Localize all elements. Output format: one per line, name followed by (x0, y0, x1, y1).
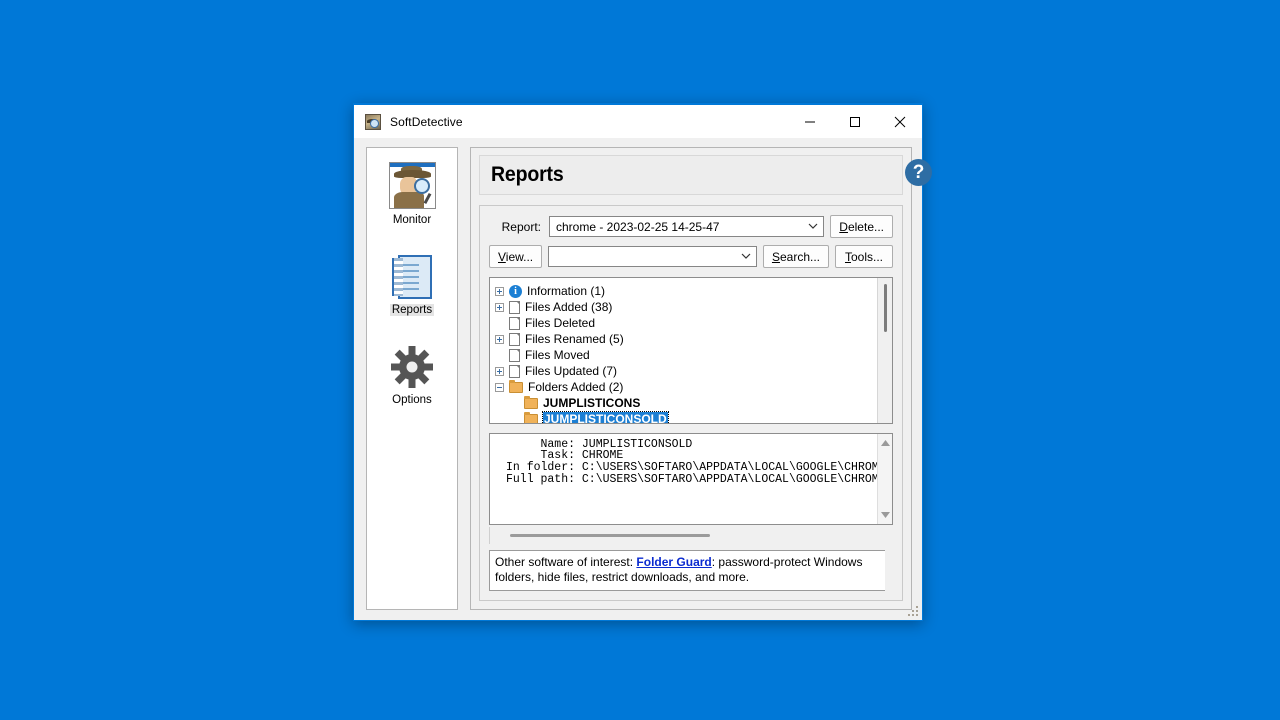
folder-icon (524, 411, 538, 423)
tree-item-label: Folders Added (2) (528, 380, 624, 394)
tree-item-label: Files Updated (7) (525, 364, 618, 378)
document-icon (509, 364, 520, 378)
tree-rows: i Information (1) Files Added (38) Files… (490, 278, 892, 423)
tree-vertical-scrollbar[interactable] (877, 278, 892, 423)
tree-item-files-deleted[interactable]: Files Deleted (495, 315, 892, 331)
detail-key: In folder: (505, 461, 575, 475)
details-horizontal-scrollbar[interactable] (489, 527, 893, 544)
window-title: SoftDetective (390, 114, 463, 129)
folder-guard-link[interactable]: Folder Guard (636, 555, 711, 569)
tree-item-information[interactable]: i Information (1) (495, 283, 892, 299)
scroll-up-icon[interactable] (878, 436, 892, 450)
delete-button[interactable]: Delete... (830, 215, 893, 238)
document-icon (509, 348, 520, 362)
tree-item-folders-added[interactable]: Folders Added (2) (495, 379, 892, 395)
chevron-down-icon (736, 247, 756, 266)
details-text: Name: JUMPLISTICONSOLD Task: CHROME In fol… (490, 434, 886, 485)
maximize-button[interactable] (832, 105, 877, 138)
notepad-icon (392, 255, 432, 299)
reports-panel: Report: chrome - 2023-02-25 14-25-47 Del… (479, 205, 903, 601)
sidebar-item-options[interactable]: Options (367, 345, 457, 406)
report-label: Report: (501, 219, 541, 234)
chevron-down-icon (803, 217, 823, 236)
filter-row: View... Search... Tools... (489, 245, 893, 268)
tree-item-jumplisticons[interactable]: JUMPLISTICONS (495, 395, 892, 411)
sidebar: Monitor Reports Options (366, 147, 458, 610)
document-icon (509, 300, 520, 314)
tree-item-label: Information (1) (527, 284, 606, 298)
close-button[interactable] (877, 105, 922, 138)
sidebar-item-label: Monitor (392, 214, 432, 226)
expander-none (495, 319, 504, 328)
tree-item-label: Files Renamed (5) (525, 332, 624, 346)
expander-plus-icon[interactable] (495, 366, 504, 376)
page-title: Reports (491, 163, 564, 186)
info-icon: i (509, 284, 522, 298)
detail-line: Full path: C:\USERS\SOFTARO\APPDATA\LOCA… (493, 472, 886, 486)
tree-item-label: Files Deleted (525, 316, 596, 330)
page-header: Reports ? (479, 155, 932, 195)
report-selector-row: Report: chrome - 2023-02-25 14-25-47 Del… (489, 215, 893, 238)
details-hscroll-thumb[interactable] (510, 534, 710, 538)
tree-item-label: Files Added (38) (525, 300, 613, 314)
detail-key: Full path: (505, 472, 575, 486)
expander-none (495, 351, 504, 360)
detail-value: C:\USERS\SOFTARO\APPDATA\LOCAL\GOOGLE\CH… (581, 472, 886, 486)
details-pane[interactable]: Name: JUMPLISTICONSOLD Task: CHROME In fol… (489, 432, 893, 526)
promo-prefix: Other software of interest: (495, 554, 637, 569)
app-window: SoftDetective Monitor Reports Options Re… (353, 103, 932, 621)
tools-button[interactable]: Tools... (835, 245, 893, 268)
details-vertical-scrollbar[interactable] (877, 433, 892, 525)
tree-item-files-moved[interactable]: Files Moved (495, 347, 892, 363)
tree-item-jumplisticonsold[interactable]: JUMPLISTICONSOLD (495, 411, 892, 423)
tree-item-files-renamed[interactable]: Files Renamed (5) (495, 331, 892, 347)
filter-combo[interactable] (548, 246, 757, 267)
report-combo[interactable]: chrome - 2023-02-25 14-25-47 (549, 216, 825, 237)
tree-item-files-updated[interactable]: Files Updated (7) (495, 363, 892, 379)
help-icon[interactable]: ? (905, 159, 932, 186)
report-tree[interactable]: i Information (1) Files Added (38) Files… (489, 277, 893, 424)
sidebar-item-label: Options (392, 394, 432, 406)
title-bar: SoftDetective (354, 105, 922, 138)
tree-item-files-added[interactable]: Files Added (38) (495, 299, 892, 315)
tree-scrollbar-thumb[interactable] (884, 284, 887, 332)
folder-icon (509, 379, 523, 393)
document-icon (509, 316, 520, 330)
document-icon (509, 332, 520, 346)
scroll-down-icon[interactable] (878, 508, 892, 522)
expander-plus-icon[interactable] (495, 334, 504, 344)
expander-plus-icon[interactable] (495, 286, 504, 296)
window-controls (787, 105, 922, 138)
detective-icon (388, 162, 436, 209)
window-body: Monitor Reports Options Reports ? Report… (354, 138, 932, 620)
report-combo-value: chrome - 2023-02-25 14-25-47 (556, 219, 720, 234)
tree-item-label: JUMPLISTICONSOLD (542, 411, 669, 423)
promo-banner: Other software of interest: Folder Guard… (489, 549, 885, 591)
folder-icon (524, 395, 538, 409)
tree-item-label: JUMPLISTICONS (543, 396, 641, 410)
expander-plus-icon[interactable] (495, 302, 504, 312)
expander-minus-icon[interactable] (495, 382, 504, 392)
main-pane: Reports ? Report: chrome - 2023-02-25 14… (470, 147, 932, 610)
view-button[interactable]: View... (489, 245, 543, 268)
detective-icon (365, 113, 381, 130)
sidebar-item-label: Reports (389, 304, 435, 316)
sidebar-item-reports[interactable]: Reports (367, 255, 457, 316)
search-button[interactable]: Search... (762, 245, 829, 268)
gear-icon (390, 345, 434, 389)
minimize-button[interactable] (787, 105, 832, 138)
sidebar-item-monitor[interactable]: Monitor (367, 162, 457, 226)
resize-grip[interactable] (908, 606, 920, 618)
tree-item-label: Files Moved (525, 348, 590, 362)
